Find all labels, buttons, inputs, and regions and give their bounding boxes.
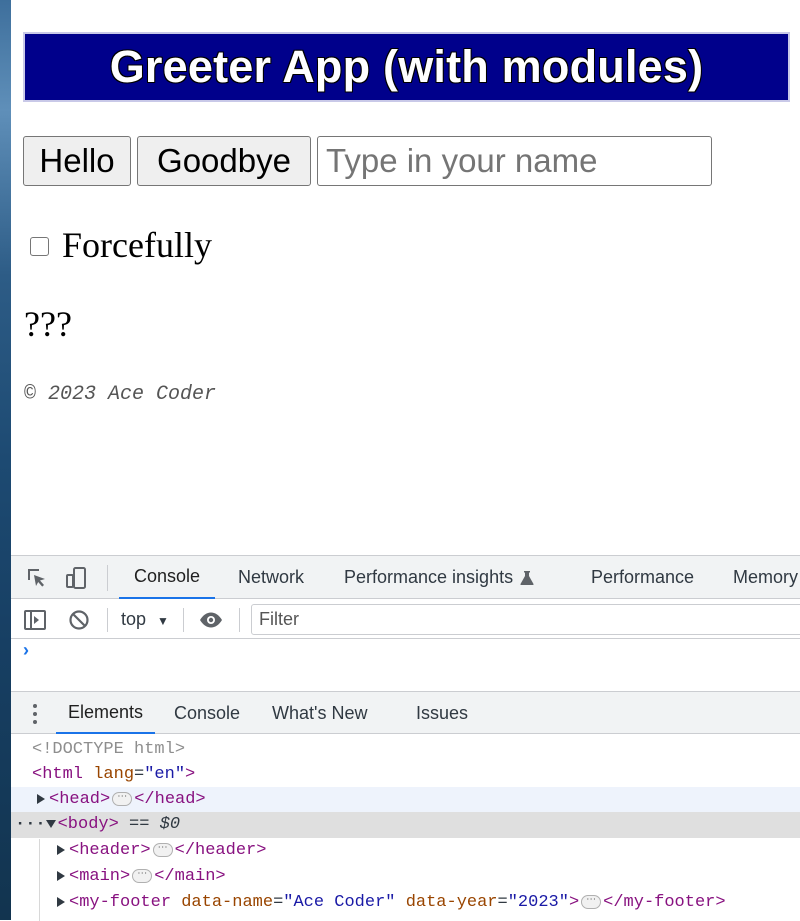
ellipsis-icon[interactable]: ⋯ [581,894,602,909]
live-expression-eye-icon[interactable] [199,608,223,632]
tabbar-divider [107,565,108,591]
hello-button[interactable]: Hello [23,136,131,186]
drawer-tab-issues[interactable]: Issues [416,692,468,734]
dom-tag-close: > [185,765,196,784]
dom-head-line[interactable]: <head> ⋯ </head> [11,787,800,813]
app-header: Greeter App (with modules) [23,32,790,102]
row-more-icon[interactable]: ··· [15,815,46,834]
app-page: Greeter App (with modules) Hello Goodbye… [11,0,800,555]
dom-attr-name: data-name [181,893,274,912]
console-prompt-caret: › [23,640,29,660]
sidebar-toggle-icon[interactable] [23,608,47,632]
toolbar-divider-3 [239,608,240,632]
tab-performance[interactable]: Performance [591,556,694,599]
dom-eq: = [273,893,284,912]
toolbar-divider-2 [183,608,184,632]
context-selector[interactable]: top ▼ [121,609,169,630]
console-filter-input[interactable] [251,604,800,635]
expand-triangle-icon[interactable] [57,870,65,881]
console-prompt-area[interactable]: › [11,640,800,690]
forcefully-label: Forcefully [62,225,212,265]
dom-eq: = [497,893,508,912]
ellipsis-icon[interactable]: ⋯ [112,791,133,806]
dom-body-eq: == [118,815,160,834]
dom-footer-close: </my-footer> [603,893,726,912]
dom-header-tag: <header> [69,841,151,860]
dom-attr-value: "Ace Coder" [283,893,396,912]
dom-main-line[interactable]: <main> ⋯ </main> [11,864,800,890]
dom-body-ref: $0 [159,815,181,834]
ellipsis-icon[interactable]: ⋯ [152,842,173,857]
ellipsis-icon[interactable]: ⋯ [132,868,153,883]
dom-attr-value: "2023" [507,893,569,912]
dom-html-tag: <html [32,765,84,784]
tab-performance-insights-label: Performance insights [344,567,514,587]
dom-eq: = [134,765,145,784]
tab-memory[interactable]: Memory [733,556,798,599]
expand-triangle-icon[interactable] [57,844,65,855]
dom-doctype: <!DOCTYPE html> [32,740,186,759]
dom-footer-tag: <my-footer [69,893,172,912]
expand-triangle-icon[interactable] [57,896,65,907]
desktop-background-strip [0,0,11,920]
page-title: Greeter App (with modules) [109,41,704,92]
toolbar-divider-1 [107,608,108,632]
tab-performance-insights[interactable]: Performance insights [344,556,535,599]
inspect-element-icon[interactable] [25,566,49,590]
tab-console[interactable]: Console [119,556,216,599]
tab-network[interactable]: Network [238,556,304,599]
dom-attr-name: lang [93,765,135,784]
dom-tree: <!DOCTYPE html> <html lang="en"> <head> ⋯… [11,735,800,921]
drawer-tab-console[interactable]: Console [174,692,240,734]
device-toolbar-icon[interactable] [65,566,89,590]
devtools-panel: Console Network Performance insights Per… [11,555,800,921]
collapse-triangle-icon[interactable] [45,819,56,828]
goodbye-button[interactable]: Goodbye [137,136,311,186]
dom-attr-name: data-year [405,893,498,912]
footer-copyright: © 2023 Ace Coder [24,383,217,406]
dom-head-close: </head> [134,790,206,809]
devtools-tabbar: Console Network Performance insights Per… [11,556,800,599]
dom-doctype-line[interactable]: <!DOCTYPE html> [11,737,800,763]
drawer-tabbar: Elements Console What's New Issues [11,691,800,734]
expand-triangle-icon[interactable] [37,793,45,804]
dom-attr-value: "en" [144,765,186,784]
dom-main-tag: <main> [69,867,131,886]
dom-body-tag: <body> [57,815,119,834]
dom-main-close: </main> [154,867,226,886]
drawer-tab-elements[interactable]: Elements [56,692,156,734]
dom-html-line[interactable]: <html lang="en"> [11,762,800,788]
more-options-icon[interactable] [27,702,43,726]
context-selector-value: top [121,609,147,629]
dom-head-tag: <head> [49,790,111,809]
dom-tag-close: > [568,893,580,912]
dom-header-close: </header> [174,841,267,860]
experiment-flask-icon [520,570,534,585]
clear-console-icon[interactable] [67,608,91,632]
greeting-output: ??? [24,304,72,344]
dom-body-line[interactable]: ··· <body> == $0 [11,812,800,838]
forcefully-checkbox[interactable] [30,237,49,256]
dom-footer-line[interactable]: <my-footer data-name="Ace Coder" data-ye… [11,890,800,916]
dom-header-line[interactable]: <header> ⋯ </header> [11,838,800,864]
chevron-down-icon: ▼ [157,614,169,628]
console-toolbar: top ▼ [11,600,800,639]
drawer-tab-whats-new[interactable]: What's New [272,692,367,734]
name-input[interactable] [317,136,712,186]
